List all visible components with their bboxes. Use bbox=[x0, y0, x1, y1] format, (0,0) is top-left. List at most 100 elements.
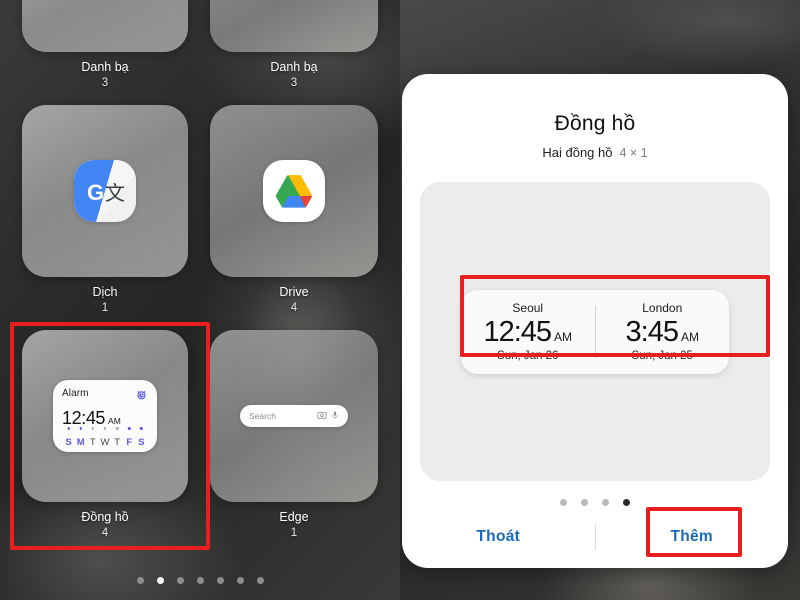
alarm-day-letter: M bbox=[76, 437, 85, 448]
alarm-day-dot bbox=[128, 427, 131, 430]
clock-ampm: AM bbox=[680, 330, 699, 344]
edge-search-widget-preview[interactable]: Search bbox=[240, 405, 348, 427]
tile-label: Dịch bbox=[92, 285, 118, 299]
alarm-day-dot bbox=[79, 427, 82, 430]
alarm-label: Alarm bbox=[62, 388, 89, 399]
left-panel-home-screen: Danh bạ 3 Danh bạ 3 G 文 Dịch 1 Drive 4 A… bbox=[0, 0, 400, 600]
alarm-day-dot bbox=[115, 427, 119, 430]
clock-date: Sun, Jan 25 bbox=[631, 350, 693, 362]
widget-grid: Danh bạ 3 Danh bạ 3 G 文 Dịch 1 Drive 4 A… bbox=[0, 0, 400, 600]
alarm-clock-icon bbox=[135, 388, 148, 406]
widget-tile-preview[interactable]: Alarm 12:45 AM S M T W T F S bbox=[22, 330, 188, 502]
page-dot-5[interactable] bbox=[236, 577, 244, 584]
clock-london: London 3:45 AM Sun, Jan 25 bbox=[596, 301, 730, 362]
widget-tile-preview[interactable]: G 文 bbox=[22, 105, 188, 277]
dialog-dot-0[interactable] bbox=[560, 499, 567, 506]
dialog-dot-2[interactable] bbox=[602, 499, 609, 506]
alarm-widget-preview[interactable]: Alarm 12:45 AM S M T W T F S bbox=[53, 380, 157, 452]
dialog-dot-3[interactable] bbox=[623, 499, 630, 506]
right-panel-dialog-screen: Đồng hồ Hai đồng hồ 4 × 1 Seoul 12:45 AM … bbox=[400, 0, 800, 600]
clock-city: London bbox=[642, 301, 683, 315]
tile-count: 4 bbox=[101, 526, 109, 539]
alarm-day-dot bbox=[91, 427, 95, 430]
alarm-day-dot bbox=[103, 427, 107, 430]
clock-seoul: Seoul 12:45 AM Sun, Jan 26 bbox=[461, 301, 595, 362]
tile-count: 3 bbox=[290, 76, 298, 89]
tile-label: Đồng hồ bbox=[81, 510, 129, 524]
widget-add-dialog: Đồng hồ Hai đồng hồ 4 × 1 Seoul 12:45 AM … bbox=[402, 74, 788, 568]
alarm-day-row: SMTWTFS bbox=[62, 427, 148, 450]
alarm-day-2: T bbox=[87, 427, 98, 450]
tile-count: 1 bbox=[290, 526, 298, 539]
clock-city: Seoul bbox=[512, 301, 544, 315]
svg-text:文: 文 bbox=[105, 181, 125, 205]
dialog-subtitle-row: Hai đồng hồ 4 × 1 bbox=[402, 145, 788, 160]
dialog-action-bar: Thoát Thêm bbox=[402, 506, 788, 568]
microphone-icon[interactable] bbox=[331, 407, 339, 425]
alarm-time-row: 12:45 AM bbox=[62, 408, 148, 429]
page-dot-0[interactable] bbox=[136, 577, 144, 584]
widget-tile-preview[interactable]: Search bbox=[210, 330, 378, 502]
alarm-day-0: S bbox=[63, 427, 74, 450]
page-dot-3[interactable] bbox=[196, 577, 204, 584]
alarm-day-letter: S bbox=[65, 437, 72, 448]
alarm-time: 12:45 bbox=[62, 408, 106, 428]
alarm-day-letter: W bbox=[100, 437, 110, 448]
alarm-day-letter: F bbox=[126, 437, 133, 448]
screenshot-root: Danh bạ 3 Danh bạ 3 G 文 Dịch 1 Drive 4 A… bbox=[0, 0, 800, 600]
widget-tile-preview[interactable] bbox=[22, 0, 188, 52]
alarm-day-letter: S bbox=[138, 437, 145, 448]
dialog-widget-size: 4 × 1 bbox=[619, 146, 648, 160]
dual-clock-widget-preview[interactable]: Seoul 12:45 AM Sun, Jan 26 London 3:45 A… bbox=[461, 289, 730, 374]
widget-tile-preview[interactable] bbox=[210, 0, 378, 52]
widget-cell-translate[interactable]: G 文 Dịch 1 bbox=[22, 105, 188, 316]
widget-cell-contacts-1[interactable]: Danh bạ 3 bbox=[22, 0, 188, 91]
alarm-day-5: F bbox=[124, 427, 135, 450]
add-button[interactable]: Thêm bbox=[596, 528, 789, 546]
clock-time: 3:45 bbox=[625, 316, 679, 348]
alarm-day-1: M bbox=[75, 427, 86, 450]
alarm-day-6: S bbox=[136, 427, 147, 450]
widget-cell-edge[interactable]: Search Edge 1 bbox=[210, 330, 378, 541]
clock-ampm: AM bbox=[554, 330, 573, 344]
clock-time: 12:45 bbox=[483, 316, 552, 348]
tile-count: 3 bbox=[101, 76, 109, 89]
dialog-title: Đồng hồ bbox=[554, 112, 636, 135]
tile-label: Danh bạ bbox=[81, 60, 129, 74]
clock-time-row: 3:45 AM bbox=[626, 316, 699, 349]
svg-text:G: G bbox=[87, 180, 104, 205]
alarm-header: Alarm bbox=[62, 388, 148, 406]
cancel-button[interactable]: Thoát bbox=[402, 528, 595, 546]
widget-tile-preview[interactable] bbox=[210, 105, 378, 277]
widget-cell-drive[interactable]: Drive 4 bbox=[210, 105, 378, 316]
search-input[interactable]: Search bbox=[249, 411, 313, 421]
page-dot-2[interactable] bbox=[176, 577, 184, 584]
dialog-dot-1[interactable] bbox=[581, 499, 588, 506]
widget-cell-contacts-2[interactable]: Danh bạ 3 bbox=[210, 0, 378, 91]
alarm-ampm: AM bbox=[108, 416, 121, 426]
alarm-day-dot bbox=[67, 427, 70, 430]
dialog-page-indicator[interactable] bbox=[402, 499, 788, 506]
camera-icon[interactable] bbox=[317, 407, 327, 425]
clock-date: Sun, Jan 26 bbox=[497, 350, 559, 362]
alarm-day-letter: T bbox=[89, 437, 96, 448]
page-dot-4[interactable] bbox=[216, 577, 224, 584]
tile-count: 4 bbox=[290, 301, 298, 314]
alarm-day-letter: T bbox=[114, 437, 121, 448]
tile-label: Drive bbox=[279, 285, 309, 299]
page-indicator[interactable] bbox=[0, 577, 400, 584]
alarm-day-3: W bbox=[99, 427, 110, 450]
clock-time-row: 12:45 AM bbox=[483, 316, 572, 349]
tile-count: 1 bbox=[101, 301, 109, 314]
widget-preview-area: Seoul 12:45 AM Sun, Jan 26 London 3:45 A… bbox=[420, 182, 770, 481]
alarm-day-dot bbox=[140, 427, 143, 430]
google-translate-icon: G 文 bbox=[74, 160, 136, 222]
dialog-subtitle: Hai đồng hồ bbox=[542, 145, 613, 160]
page-dot-1[interactable] bbox=[156, 577, 164, 584]
page-dot-6[interactable] bbox=[256, 577, 264, 584]
alarm-day-4: T bbox=[112, 427, 123, 450]
widget-cell-clock[interactable]: Alarm 12:45 AM S M T W T F S Đồng hồ 4 bbox=[22, 330, 188, 541]
tile-label: Danh bạ bbox=[270, 60, 318, 74]
google-drive-icon bbox=[263, 160, 325, 222]
tile-label: Edge bbox=[279, 510, 309, 524]
